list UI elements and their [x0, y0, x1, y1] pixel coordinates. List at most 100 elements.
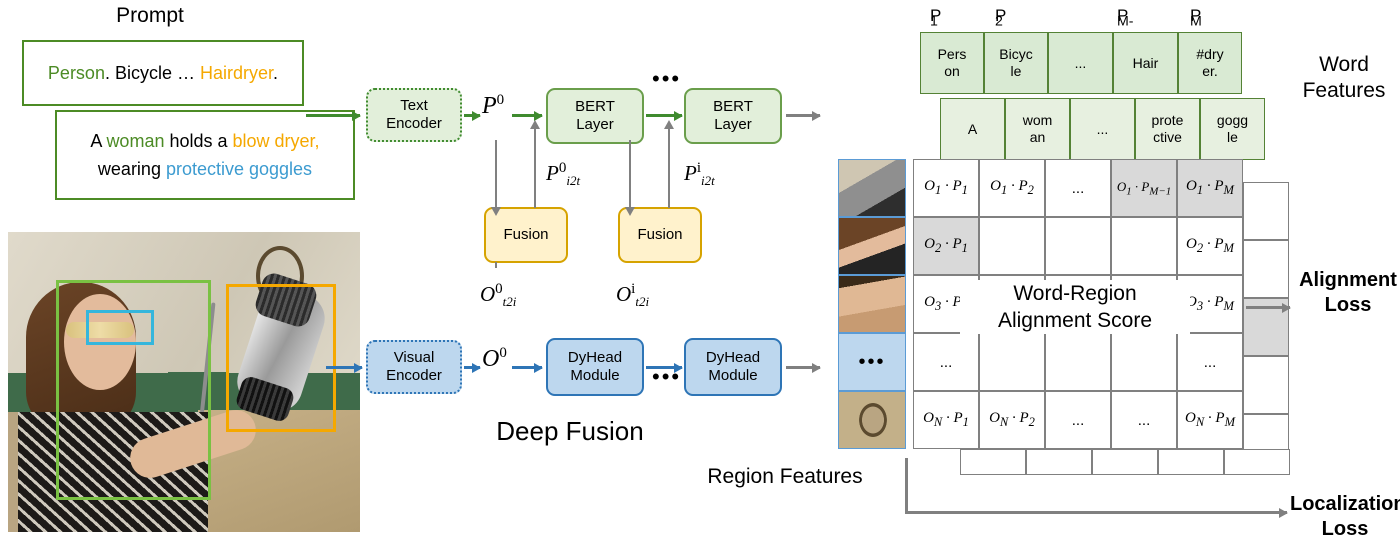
wire-fusion1-down-tail — [495, 262, 497, 268]
region-thumb-o2: O2 — [838, 217, 906, 275]
matrix-cell-r4-ellipsis-right: ... — [1177, 333, 1243, 391]
prompt-title: Prompt — [116, 4, 184, 27]
text-encoder-node: Text Encoder — [366, 88, 462, 142]
header-p2: P2 — [995, 6, 1007, 30]
matrix-cell-r2c3 — [1045, 217, 1111, 275]
prompt-category-text: Person. Bicycle … Hairdryer. — [48, 59, 278, 87]
back-grid-row-1 — [960, 449, 1026, 475]
prompt-punct-2: . — [273, 63, 279, 83]
matrix-cell-r2c2 — [979, 217, 1045, 275]
matrix-cell-r1-ellipsis: ... — [1045, 159, 1111, 217]
wf-cell-ellipsis-2: ... — [1070, 98, 1135, 160]
wire-fusion1-up — [530, 120, 540, 208]
back-grid-row-3 — [1092, 449, 1158, 475]
dyhead-1-label-1: DyHead — [567, 349, 623, 366]
arrow-text-encoder-to-p0 — [464, 111, 481, 121]
wf-cell-bicycle: Bicyc le — [984, 32, 1048, 94]
visual-encoder-node: Visual Encoder — [366, 340, 462, 394]
p-i2t-i-symbol: Pii2t — [684, 160, 715, 189]
o-t2i-0-subscript: t2i — [502, 294, 517, 310]
bbox-hairdryer — [226, 284, 336, 432]
matrix-row-5: ON · P1 ON · P2 ... ... ON · PM — [913, 391, 1243, 449]
arrow-alignment-loss — [1246, 303, 1291, 313]
wire-fusion2-up — [664, 120, 674, 208]
header-p1: P1 — [930, 6, 942, 30]
caption-goggles: protective goggles — [165, 159, 313, 179]
bert-2-label-2: Layer — [714, 116, 752, 133]
caption-woman: woman — [106, 131, 165, 151]
dyhead-module-2: DyHead Module — [684, 338, 782, 396]
deep-fusion-label: Deep Fusion — [496, 416, 644, 446]
bert-1-label-1: BERT — [575, 98, 615, 115]
bert-layer-2: BERT Layer — [684, 88, 782, 144]
wf-cell-a: A — [940, 98, 1005, 160]
matrix-cell-r4c4 — [1111, 333, 1177, 391]
p-i2t-0-symbol: P0i2t — [546, 160, 580, 189]
caption-a: A — [90, 131, 107, 151]
input-image — [8, 232, 360, 532]
wf-cell-goggle: gogg le — [1200, 98, 1265, 160]
bbox-goggles — [86, 310, 154, 345]
localization-loss-label: Localization Loss — [1290, 493, 1400, 540]
arrow-o0-to-dyhead-1 — [512, 363, 543, 373]
wf-cell-protective: prote ctive — [1135, 98, 1200, 160]
back-grid-col-1 — [1243, 182, 1289, 240]
arrow-localization-loss — [905, 508, 1288, 518]
back-grid-col-2 — [1243, 240, 1289, 298]
matrix-cell-r4c2 — [979, 333, 1045, 391]
matrix-cell-o2pm: O2 · PM — [1177, 217, 1243, 275]
matrix-cell-r5-ellipsis-2: ... — [1111, 391, 1177, 449]
matrix-cell-o1pm1: O1 · PM−1 — [1111, 159, 1177, 217]
header-pm: PM — [1190, 6, 1202, 30]
dyhead-module-1: DyHead Module — [546, 338, 644, 396]
p0-symbol: P0 — [482, 92, 504, 120]
matrix-cell-o1p2: O1 · P2 — [979, 159, 1045, 217]
word-region-alignment-score-label: Word-Region Alignment Score — [960, 280, 1190, 334]
back-grid-col-4 — [1243, 356, 1289, 414]
word-features-row-caption: A wom an ... prote ctive gogg le — [940, 98, 1265, 160]
region-feature-column: O1 O2 O3 ••• ON — [838, 159, 906, 449]
prompt-punct-1: . — [104, 63, 115, 83]
region-ellipsis: ••• — [858, 350, 886, 373]
region-thumb-o3: O3 — [838, 275, 906, 333]
o-t2i-0-symbol: O0t2i — [480, 281, 516, 310]
wf-cell-ellipsis-1: ... — [1048, 32, 1113, 94]
wire-fusion2-down — [625, 140, 635, 216]
p-i2t-0-base: P — [546, 161, 559, 185]
prompt-word-bicycle: Bicycle — [114, 63, 172, 83]
wire-fusion1-down — [491, 140, 501, 216]
fusion-2-label: Fusion — [637, 226, 683, 243]
o0-base: O — [482, 346, 500, 372]
prompt-category-box: Person. Bicycle … Hairdryer. — [22, 40, 304, 106]
o-t2i-i-base: O — [616, 282, 632, 306]
text-encoder-label-1: Text — [400, 97, 428, 114]
o-t2i-i-symbol: Oit2i — [616, 281, 649, 310]
visual-encoder-label-2: Encoder — [386, 367, 442, 384]
bert-1-label-2: Layer — [576, 116, 614, 133]
dyhead-2-label-2: Module — [708, 367, 758, 384]
matrix-cell-o2p1: O2 · P1 — [913, 217, 979, 275]
caption-blowdryer: blow dryer, — [232, 131, 320, 151]
o0-symbol: O0 — [482, 345, 507, 373]
prompt-caption-line-2: wearing protective goggles — [90, 155, 319, 183]
bert-layer-1: BERT Layer — [546, 88, 644, 144]
arrow-visual-encoder-to-o0 — [464, 363, 481, 373]
region-thumb-o1: O1 — [838, 159, 906, 217]
matrix-cell-r5-ellipsis-1: ... — [1045, 391, 1111, 449]
p0-base: P — [482, 93, 497, 119]
region-features-label: Region Features — [707, 465, 863, 488]
wf-cell-dryer: #dry er. — [1178, 32, 1242, 94]
dyhead-2-label-1: DyHead — [705, 349, 761, 366]
arrow-bert1-to-bert2 — [646, 111, 683, 121]
prompt-caption-line-1: A woman holds a blow dryer, — [90, 127, 319, 155]
region-thumb-on: ON — [838, 391, 906, 449]
matrix-cell-onp1: ON · P1 — [913, 391, 979, 449]
matrix-cell-r2c4 — [1111, 217, 1177, 275]
matrix-row-4: ... ... — [913, 333, 1243, 391]
caption-wearing: wearing — [97, 159, 166, 179]
dyhead-ellipsis: ••• — [652, 364, 682, 389]
o-t2i-0-base: O — [480, 282, 496, 306]
bert-2-label-1: BERT — [713, 98, 753, 115]
matrix-row-2: O2 · P1 O2 · PM — [913, 217, 1243, 275]
o-t2i-i-subscript: t2i — [635, 294, 650, 310]
